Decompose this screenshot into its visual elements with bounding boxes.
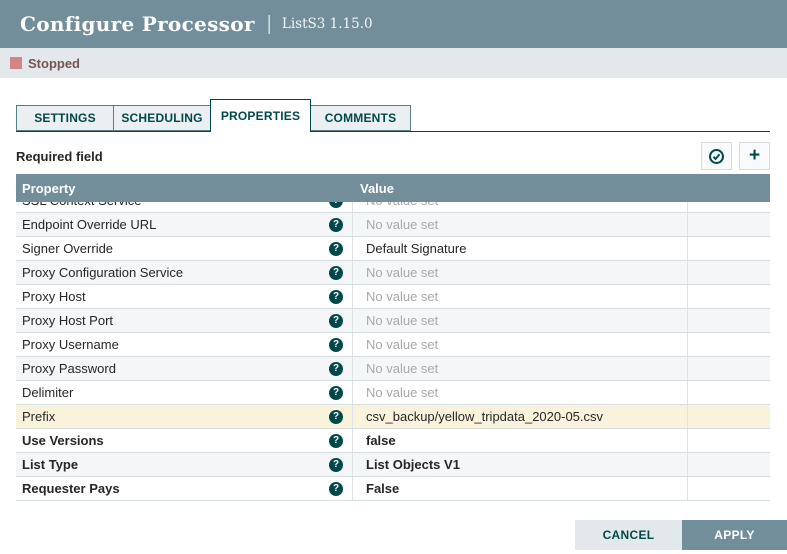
- table-row[interactable]: Signer Override ? Default Signature: [16, 237, 770, 261]
- property-value[interactable]: No value set: [366, 289, 438, 304]
- row-extra-cell: [687, 261, 770, 284]
- table-row[interactable]: Requester Pays ? False: [16, 477, 770, 501]
- table-row[interactable]: Delimiter ? No value set: [16, 381, 770, 405]
- property-name: Proxy Password: [22, 361, 116, 376]
- table-row[interactable]: Proxy Configuration Service ? No value s…: [16, 261, 770, 285]
- property-value[interactable]: No value set: [366, 385, 438, 400]
- row-extra-cell: [687, 477, 770, 500]
- row-extra-cell: [687, 285, 770, 308]
- tab-comments[interactable]: COMMENTS: [311, 105, 411, 131]
- property-name: Signer Override: [22, 241, 113, 256]
- help-icon[interactable]: ?: [329, 314, 343, 328]
- tab-bar: SETTINGS SCHEDULING PROPERTIES COMMENTS: [16, 97, 770, 132]
- property-name: Proxy Configuration Service: [22, 265, 183, 280]
- properties-toolbar: Required field +: [16, 141, 770, 171]
- tab-comments-label: COMMENTS: [325, 111, 397, 125]
- processor-name-version: ListS3 1.15.0: [282, 16, 373, 32]
- tab-settings[interactable]: SETTINGS: [16, 105, 113, 131]
- property-value[interactable]: csv_backup/yellow_tripdata_2020-05.csv: [366, 409, 603, 424]
- cancel-button[interactable]: CANCEL: [575, 520, 682, 550]
- tab-scheduling[interactable]: SCHEDULING: [113, 105, 210, 131]
- table-row[interactable]: Proxy Password ? No value set: [16, 357, 770, 381]
- property-value[interactable]: No value set: [366, 217, 438, 232]
- row-extra-cell: [687, 237, 770, 260]
- help-icon[interactable]: ?: [329, 386, 343, 400]
- table-scroll-viewport[interactable]: SSL Context Service ? No value set Endpo…: [16, 202, 770, 501]
- help-icon[interactable]: ?: [329, 482, 343, 496]
- column-header-property: Property: [16, 181, 352, 196]
- tab-settings-label: SETTINGS: [34, 111, 96, 125]
- help-icon[interactable]: ?: [329, 242, 343, 256]
- property-value[interactable]: Default Signature: [366, 241, 466, 256]
- property-value[interactable]: No value set: [366, 265, 438, 280]
- property-name: Proxy Username: [22, 337, 119, 352]
- property-value[interactable]: No value set: [366, 202, 438, 208]
- help-icon[interactable]: ?: [329, 458, 343, 472]
- table-row[interactable]: List Type ? List Objects V1: [16, 453, 770, 477]
- row-extra-cell: [687, 309, 770, 332]
- property-value[interactable]: No value set: [366, 361, 438, 376]
- property-name: SSL Context Service: [22, 202, 141, 208]
- row-extra-cell: [687, 381, 770, 404]
- column-header-value: Value: [352, 181, 687, 196]
- row-extra-cell: [687, 213, 770, 236]
- property-name: Use Versions: [22, 433, 104, 448]
- dialog-footer: CANCEL APPLY: [575, 520, 787, 550]
- table-row[interactable]: Proxy Host ? No value set: [16, 285, 770, 309]
- table-row[interactable]: Prefix ? csv_backup/yellow_tripdata_2020…: [16, 405, 770, 429]
- tab-properties[interactable]: PROPERTIES: [210, 99, 311, 132]
- row-extra-cell: [687, 429, 770, 452]
- add-property-button[interactable]: +: [739, 142, 770, 170]
- help-icon[interactable]: ?: [329, 338, 343, 352]
- dialog-header: Configure Processor | ListS3 1.15.0: [0, 0, 787, 48]
- help-icon[interactable]: ?: [329, 266, 343, 280]
- required-field-label: Required field: [16, 149, 103, 164]
- table-row[interactable]: Endpoint Override URL ? No value set: [16, 213, 770, 237]
- check-circle-icon: [708, 148, 725, 165]
- property-value[interactable]: No value set: [366, 313, 438, 328]
- verify-properties-button[interactable]: [701, 142, 732, 170]
- dialog-title: Configure Processor: [20, 12, 255, 36]
- status-bar: Stopped: [0, 48, 787, 78]
- status-label: Stopped: [28, 56, 80, 71]
- row-extra-cell: [687, 357, 770, 380]
- title-divider: |: [267, 13, 272, 36]
- tab-scheduling-label: SCHEDULING: [121, 111, 202, 125]
- table-row[interactable]: Proxy Host Port ? No value set: [16, 309, 770, 333]
- table-header: Property Value: [16, 174, 770, 202]
- help-icon[interactable]: ?: [329, 202, 343, 208]
- row-extra-cell: [687, 405, 770, 428]
- property-value[interactable]: No value set: [366, 337, 438, 352]
- property-value[interactable]: false: [366, 433, 396, 448]
- help-icon[interactable]: ?: [329, 434, 343, 448]
- properties-table: Property Value SSL Context Service ? No …: [16, 174, 770, 501]
- help-icon[interactable]: ?: [329, 290, 343, 304]
- configure-processor-dialog: Configure Processor | ListS3 1.15.0 Stop…: [0, 0, 787, 554]
- property-value[interactable]: List Objects V1: [366, 457, 460, 472]
- table-row[interactable]: SSL Context Service ? No value set: [16, 202, 770, 213]
- property-name: Proxy Host Port: [22, 313, 113, 328]
- row-extra-cell: [687, 333, 770, 356]
- stopped-status-icon: [10, 57, 22, 69]
- help-icon[interactable]: ?: [329, 362, 343, 376]
- table-row[interactable]: Proxy Username ? No value set: [16, 333, 770, 357]
- property-name: Delimiter: [22, 385, 73, 400]
- apply-button[interactable]: APPLY: [682, 520, 787, 550]
- help-icon[interactable]: ?: [329, 218, 343, 232]
- help-icon[interactable]: ?: [329, 410, 343, 424]
- plus-icon: +: [749, 146, 760, 165]
- property-name: Proxy Host: [22, 289, 86, 304]
- tab-properties-label: PROPERTIES: [221, 109, 300, 123]
- row-extra-cell: [687, 453, 770, 476]
- property-value[interactable]: False: [366, 481, 399, 496]
- property-name: List Type: [22, 457, 78, 472]
- row-extra-cell: [687, 202, 770, 212]
- table-row[interactable]: Use Versions ? false: [16, 429, 770, 453]
- property-name: Requester Pays: [22, 481, 120, 496]
- property-name: Prefix: [22, 409, 55, 424]
- property-name: Endpoint Override URL: [22, 217, 156, 232]
